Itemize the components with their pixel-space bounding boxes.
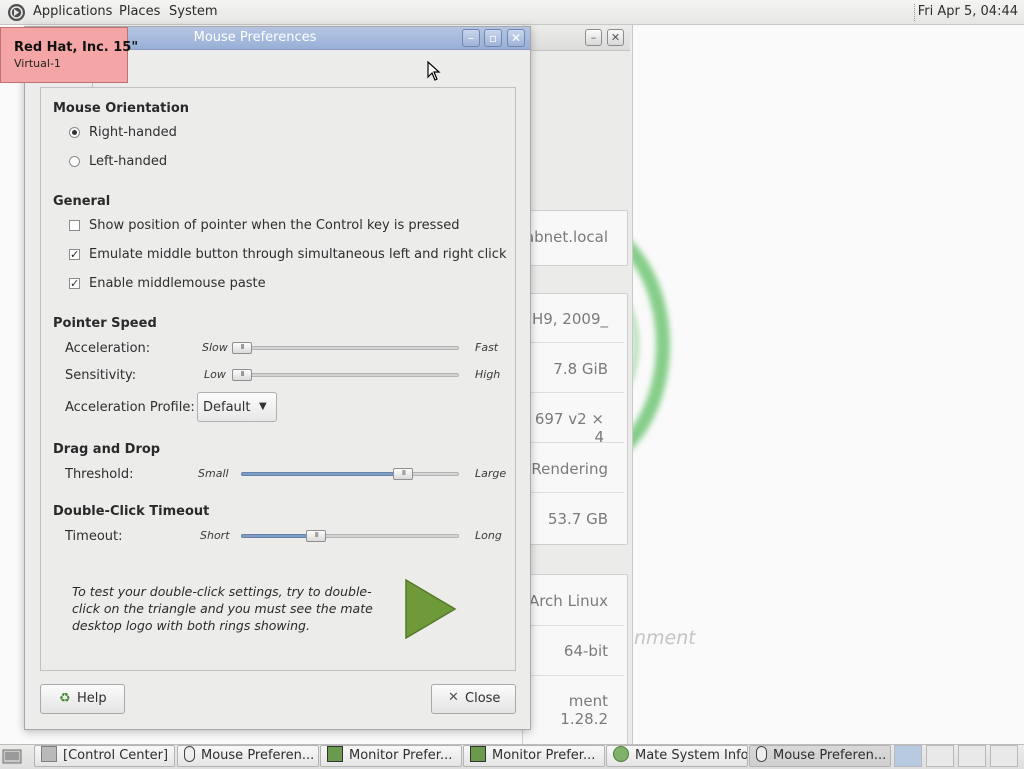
minimize-icon[interactable]: –	[585, 29, 602, 46]
section-drag-and-drop: Drag and Drop	[53, 442, 161, 457]
section-double-click-timeout: Double-Click Timeout	[53, 504, 210, 519]
play-triangle-icon[interactable]	[405, 578, 457, 640]
places-menu[interactable]: Places	[119, 4, 160, 19]
threshold-min-label: Small	[198, 467, 229, 480]
emulate-middle-label[interactable]: Emulate middle button through simultaneo…	[89, 247, 506, 262]
close-icon: ✕	[448, 690, 459, 705]
clock[interactable]: Fri Apr 5, 04:44	[918, 4, 1018, 19]
section-mouse-orientation: Mouse Orientation	[53, 101, 190, 116]
left-handed-radio[interactable]	[69, 156, 80, 167]
timeout-label: Timeout:	[65, 529, 123, 544]
divider	[524, 625, 624, 626]
task-control-center[interactable]: [Control Center]	[34, 745, 175, 767]
sensitivity-slider-thumb[interactable]: III	[232, 369, 252, 381]
monitor-icon	[327, 746, 343, 762]
chevron-down-icon: ▼	[259, 401, 267, 412]
monitor-icon	[470, 746, 486, 762]
task-monitor-preferences[interactable]: Monitor Prefer...	[320, 745, 462, 767]
close-button-label: Close	[465, 691, 501, 706]
show-desktop-icon[interactable]	[2, 747, 22, 765]
section-general: General	[53, 194, 111, 209]
control-center-icon	[41, 746, 57, 762]
monitor-name: Red Hat, Inc. 15"	[14, 40, 139, 55]
sensitivity-slider-track[interactable]	[232, 373, 459, 377]
middle-paste-checkbox[interactable]: ✓	[69, 278, 80, 289]
task-label: [Control Center]	[63, 748, 169, 763]
task-mate-system-info[interactable]: Mate System Info	[606, 745, 748, 767]
close-icon[interactable]: ✕	[507, 29, 525, 47]
workspace-2[interactable]	[926, 745, 954, 767]
task-label: Monitor Prefer...	[349, 748, 453, 763]
show-pointer-label[interactable]: Show position of pointer when the Contro…	[89, 218, 459, 233]
minimize-icon[interactable]: –	[462, 29, 480, 47]
mouse-cursor-icon	[427, 60, 441, 85]
sensitivity-max-label: High	[475, 368, 501, 381]
threshold-label: Threshold:	[65, 467, 134, 482]
system-menu[interactable]: System	[169, 4, 217, 19]
left-handed-label[interactable]: Left-handed	[89, 154, 167, 169]
task-mouse-preferences-active[interactable]: Mouse Preferen...	[749, 745, 891, 767]
arch-value: 64-bit	[563, 642, 608, 660]
double-click-hint: To test your double-click settings, try …	[72, 584, 373, 633]
emulate-middle-checkbox[interactable]: ✓	[69, 249, 80, 260]
right-handed-radio[interactable]	[69, 127, 80, 138]
graphics-value: Rendering	[531, 460, 608, 478]
task-monitor-preferences[interactable]: Monitor Prefer...	[463, 745, 605, 767]
monitor-connector: Virtual-1	[14, 57, 61, 70]
processor-value: 697 v2 × 4	[534, 410, 604, 446]
monitor-label-tooltip	[0, 27, 128, 83]
section-pointer-speed: Pointer Speed	[53, 316, 157, 331]
os-value: Arch Linux	[528, 592, 608, 610]
acceleration-slider-track[interactable]	[232, 346, 459, 350]
hostname-value: abnet.local	[524, 228, 608, 246]
acceleration-profile-value: Default	[203, 400, 251, 415]
workspace-1[interactable]	[894, 745, 922, 767]
workspace-3[interactable]	[958, 745, 986, 767]
middle-paste-label[interactable]: Enable middlemouse paste	[89, 276, 266, 291]
threshold-slider-thumb[interactable]: III	[393, 468, 414, 480]
divider	[524, 492, 624, 493]
mate-logo-icon	[613, 746, 629, 762]
acceleration-min-label: Slow	[202, 341, 228, 354]
desktop-environment-text: nment	[634, 627, 696, 649]
divider	[524, 342, 624, 343]
device-value: H9, 2009_	[531, 310, 608, 328]
timeout-slider-thumb[interactable]: III	[306, 530, 327, 542]
task-label: Mate System Info	[635, 748, 748, 763]
mouse-icon	[184, 746, 195, 762]
task-mouse-preferences[interactable]: Mouse Preferen...	[177, 745, 319, 767]
sensitivity-label: Sensitivity:	[65, 368, 137, 383]
close-icon[interactable]: ✕	[607, 29, 624, 46]
task-label: Mouse Preferen...	[773, 748, 887, 763]
desktop-version-value: ment 1.28.2	[560, 692, 608, 728]
sensitivity-min-label: Low	[204, 368, 226, 381]
help-button-label: Help	[77, 691, 107, 706]
acceleration-profile-label: Acceleration Profile:	[65, 400, 195, 415]
task-label: Mouse Preferen...	[201, 748, 315, 763]
divider	[524, 442, 624, 443]
show-pointer-checkbox[interactable]	[69, 220, 80, 231]
mate-logo-icon[interactable]	[7, 3, 26, 22]
timeout-min-label: Short	[200, 529, 230, 542]
divider	[524, 392, 624, 393]
workspace-4[interactable]	[990, 745, 1018, 767]
right-handed-label[interactable]: Right-handed	[89, 125, 177, 140]
applications-menu[interactable]: Applications	[33, 4, 112, 19]
acceleration-label: Acceleration:	[65, 341, 151, 356]
timeout-slider-fill	[241, 534, 317, 538]
divider	[524, 675, 624, 676]
maximize-icon[interactable]: ▫	[484, 29, 502, 47]
threshold-slider-fill	[241, 472, 404, 476]
acceleration-max-label: Fast	[475, 341, 499, 354]
panel-grip	[914, 4, 917, 21]
task-label: Monitor Prefer...	[492, 748, 596, 763]
help-icon: ♻	[59, 691, 71, 706]
disk-value: 53.7 GB	[547, 510, 608, 528]
threshold-max-label: Large	[475, 467, 507, 480]
mouse-icon	[756, 746, 767, 762]
memory-value: 7.8 GiB	[553, 360, 608, 378]
acceleration-slider-thumb[interactable]: III	[232, 342, 252, 354]
timeout-max-label: Long	[475, 529, 502, 542]
